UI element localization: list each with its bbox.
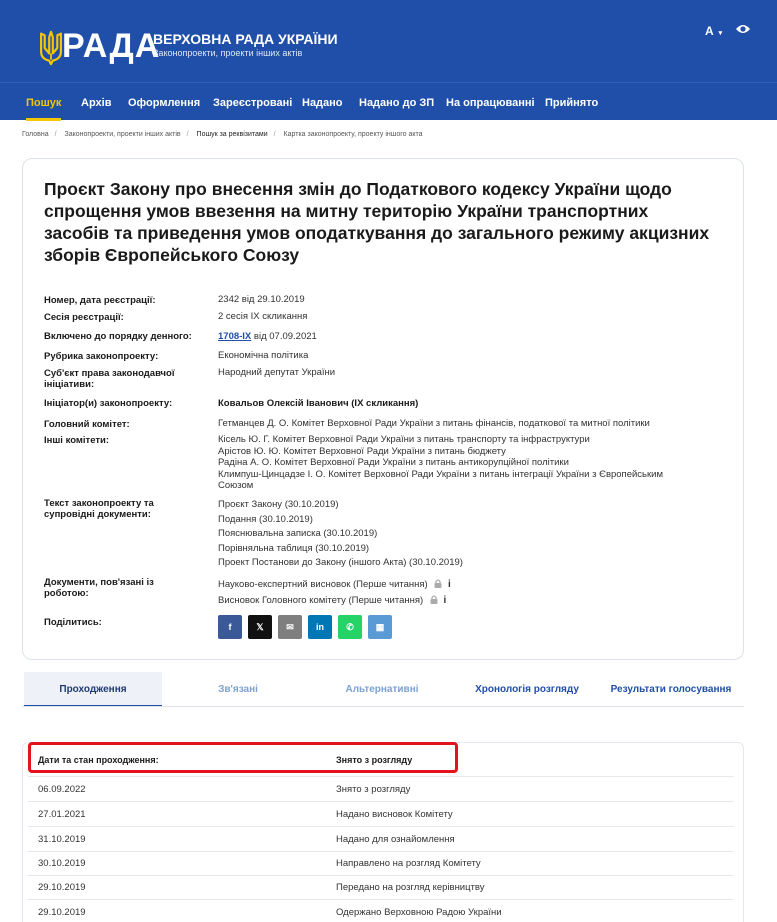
- row-status: Одержано Верховною Радою України: [336, 907, 502, 918]
- doc-link[interactable]: Пояснювальна записка (30.10.2019): [218, 527, 463, 542]
- other-committee-item: Кісель Ю. Г. Комітет Верховної Ради Укра…: [218, 434, 590, 445]
- doc-link[interactable]: Порівняльна таблиця (30.10.2019): [218, 542, 463, 557]
- chevron-down-icon: ▾: [718, 30, 723, 37]
- info-icon[interactable]: i: [448, 577, 451, 593]
- breadcrumb-home[interactable]: Головна: [22, 131, 49, 138]
- table-row-divider: [28, 899, 734, 900]
- tab-chronology[interactable]: Хронологія розгляду: [456, 672, 598, 707]
- subject-label: Суб'єкт права законодавчої ініціативи:: [44, 368, 175, 390]
- other-committees-list: Кісель Ю. Г. Комітет Верховної Ради Укра…: [218, 434, 663, 492]
- breadcrumb-separator: /: [186, 131, 189, 138]
- table-row-divider: [28, 826, 734, 827]
- doc-link[interactable]: Проєкт Закону (30.10.2019): [218, 498, 463, 513]
- table-row-divider: [28, 875, 734, 876]
- row-date: 29.10.2019: [38, 907, 86, 918]
- initiator-name[interactable]: Ковальов Олексій Іванович (IX скликання): [218, 398, 418, 409]
- row-date: 06.09.2022: [38, 784, 86, 795]
- row-date: 29.10.2019: [38, 882, 86, 893]
- nav-item-archive[interactable]: Архів: [81, 83, 111, 121]
- breadcrumb-search[interactable]: Пошук за реквізитами: [197, 131, 268, 138]
- docs-list: Проєкт Закону (30.10.2019) Подання (30.1…: [218, 498, 463, 571]
- nav-item-registered[interactable]: Зареєстровані: [213, 83, 292, 121]
- tab-passage[interactable]: Проходження: [24, 672, 162, 707]
- other-committee-item: Климпуш-Цинцадзе І. О. Комітет Верховної…: [218, 468, 663, 480]
- breadcrumb-separator: /: [273, 131, 276, 138]
- nav-item-formatting[interactable]: Оформлення: [128, 83, 200, 121]
- table-row-divider: [28, 801, 734, 802]
- whatsapp-share-button[interactable]: ✆: [338, 615, 362, 639]
- row-status: Надано висновок Комітету: [336, 809, 453, 820]
- breadcrumb-bills[interactable]: Законопроекти, проекти інших актів: [65, 131, 181, 138]
- doc-link[interactable]: Проект Постанови до Закону (іншого Акта)…: [218, 556, 463, 571]
- row-status: Передано на розгляд керівництву: [336, 882, 485, 893]
- nav-item-submitted[interactable]: Надано: [302, 83, 343, 121]
- session-value: 2 сесія IX скликання: [218, 311, 308, 322]
- related-doc-link[interactable]: Висновок Головного комітету (Перше читан…: [218, 595, 423, 606]
- main-committee-value: Гетманцев Д. О. Комітет Верховної Ради У…: [218, 418, 650, 429]
- row-status: Надано для ознайомлення: [336, 834, 455, 845]
- other-committee-item: Арістов Ю. Ю. Комітет Верховної Ради Укр…: [218, 445, 506, 457]
- row-status: Знято з розгляду: [336, 784, 411, 795]
- row-date: 30.10.2019: [38, 858, 86, 869]
- facebook-share-button[interactable]: f: [218, 615, 242, 639]
- font-size-switch[interactable]: A ▾: [705, 24, 722, 38]
- rubric-value: Економічна політика: [218, 350, 309, 361]
- rubric-label: Рубрика законопроекту:: [44, 351, 159, 362]
- other-committees-label: Інші комітети:: [44, 435, 110, 446]
- related-list: Науково-експертний висновок (Перше читан…: [218, 577, 451, 609]
- main-committee-label: Головний комітет:: [44, 419, 130, 430]
- table-row-divider: [28, 851, 734, 852]
- font-size-label: A: [705, 24, 714, 38]
- tabs-divider: [22, 706, 744, 707]
- breadcrumb-separator: /: [54, 131, 57, 138]
- tab-voting-results[interactable]: Результати голосування: [600, 672, 742, 707]
- session-label: Сесія реєстрації:: [44, 312, 124, 323]
- reg-value: 2342 від 29.10.2019: [218, 294, 305, 305]
- doc-link[interactable]: Подання (30.10.2019): [218, 513, 463, 528]
- other-committee-item: Союзом: [218, 480, 254, 491]
- eye-icon[interactable]: [735, 23, 751, 35]
- agenda-date: від 07.09.2021: [253, 331, 317, 342]
- lock-icon: [430, 595, 438, 604]
- agenda-value: 1708-IX від 07.09.2021: [218, 331, 317, 343]
- main-nav: Пошук Архів Оформлення Зареєстровані Над…: [0, 82, 777, 121]
- site-subtitle: Законопроекти, проекти інших актів: [153, 48, 303, 58]
- row-status: Направлено на розгляд Комітету: [336, 858, 481, 869]
- bill-title: Проєкт Закону про внесення змін до Подат…: [44, 179, 710, 265]
- tab-alternative[interactable]: Альтернативні: [312, 672, 452, 707]
- agenda-number-link[interactable]: 1708-IX: [218, 331, 251, 342]
- initiator-value: Ковальов Олексій Іванович (IX скликання): [218, 398, 418, 410]
- linkedin-share-button[interactable]: in: [308, 615, 332, 639]
- info-icon[interactable]: i: [443, 593, 446, 609]
- nav-item-submitted-zp[interactable]: Надано до ЗП: [359, 83, 434, 121]
- related-label: Документи, пов'язані із роботою:: [44, 577, 154, 599]
- x-share-button[interactable]: 𝕏: [248, 615, 272, 639]
- nav-item-search[interactable]: Пошук: [26, 83, 62, 121]
- breadcrumb: Головна / Законопроекти, проекти інших ак…: [22, 131, 423, 138]
- email-share-button[interactable]: ✉: [278, 615, 302, 639]
- docs-label: Текст законопроекту та супровідні докуме…: [44, 498, 154, 520]
- row-date: 31.10.2019: [38, 834, 86, 845]
- table-row-divider: [28, 776, 734, 777]
- site-title[interactable]: ВЕРХОВНА РАДА УКРАЇНИ: [153, 31, 338, 47]
- nav-item-adopted[interactable]: Прийнято: [545, 83, 598, 121]
- logo-text[interactable]: РАДА: [62, 28, 160, 64]
- subject-value: Народний депутат України: [218, 367, 336, 378]
- lock-icon: [434, 579, 442, 588]
- qr-code-share-button[interactable]: ▦: [368, 615, 392, 639]
- share-label: Поділитись:: [44, 617, 102, 628]
- agenda-label: Включено до порядку денного:: [44, 331, 192, 342]
- related-doc-link[interactable]: Науково-експертний висновок (Перше читан…: [218, 579, 428, 590]
- other-committee-item: Радіна А. О. Комітет Верховної Ради Укра…: [218, 457, 569, 468]
- nav-item-processing[interactable]: На опрацюванні: [446, 83, 535, 121]
- initiator-label: Ініціатор(и) законопроекту:: [44, 398, 173, 409]
- breadcrumb-current: Картка законопроекту, проекту іншого акт…: [283, 131, 423, 138]
- reg-label: Номер, дата реєстрації:: [44, 295, 156, 306]
- row-date: 27.01.2021: [38, 809, 86, 820]
- highlight-box: [28, 742, 458, 773]
- site-header: РАДА ВЕРХОВНА РАДА УКРАЇНИ Законопроекти…: [0, 0, 777, 82]
- tab-related[interactable]: Зв'язані: [168, 672, 308, 707]
